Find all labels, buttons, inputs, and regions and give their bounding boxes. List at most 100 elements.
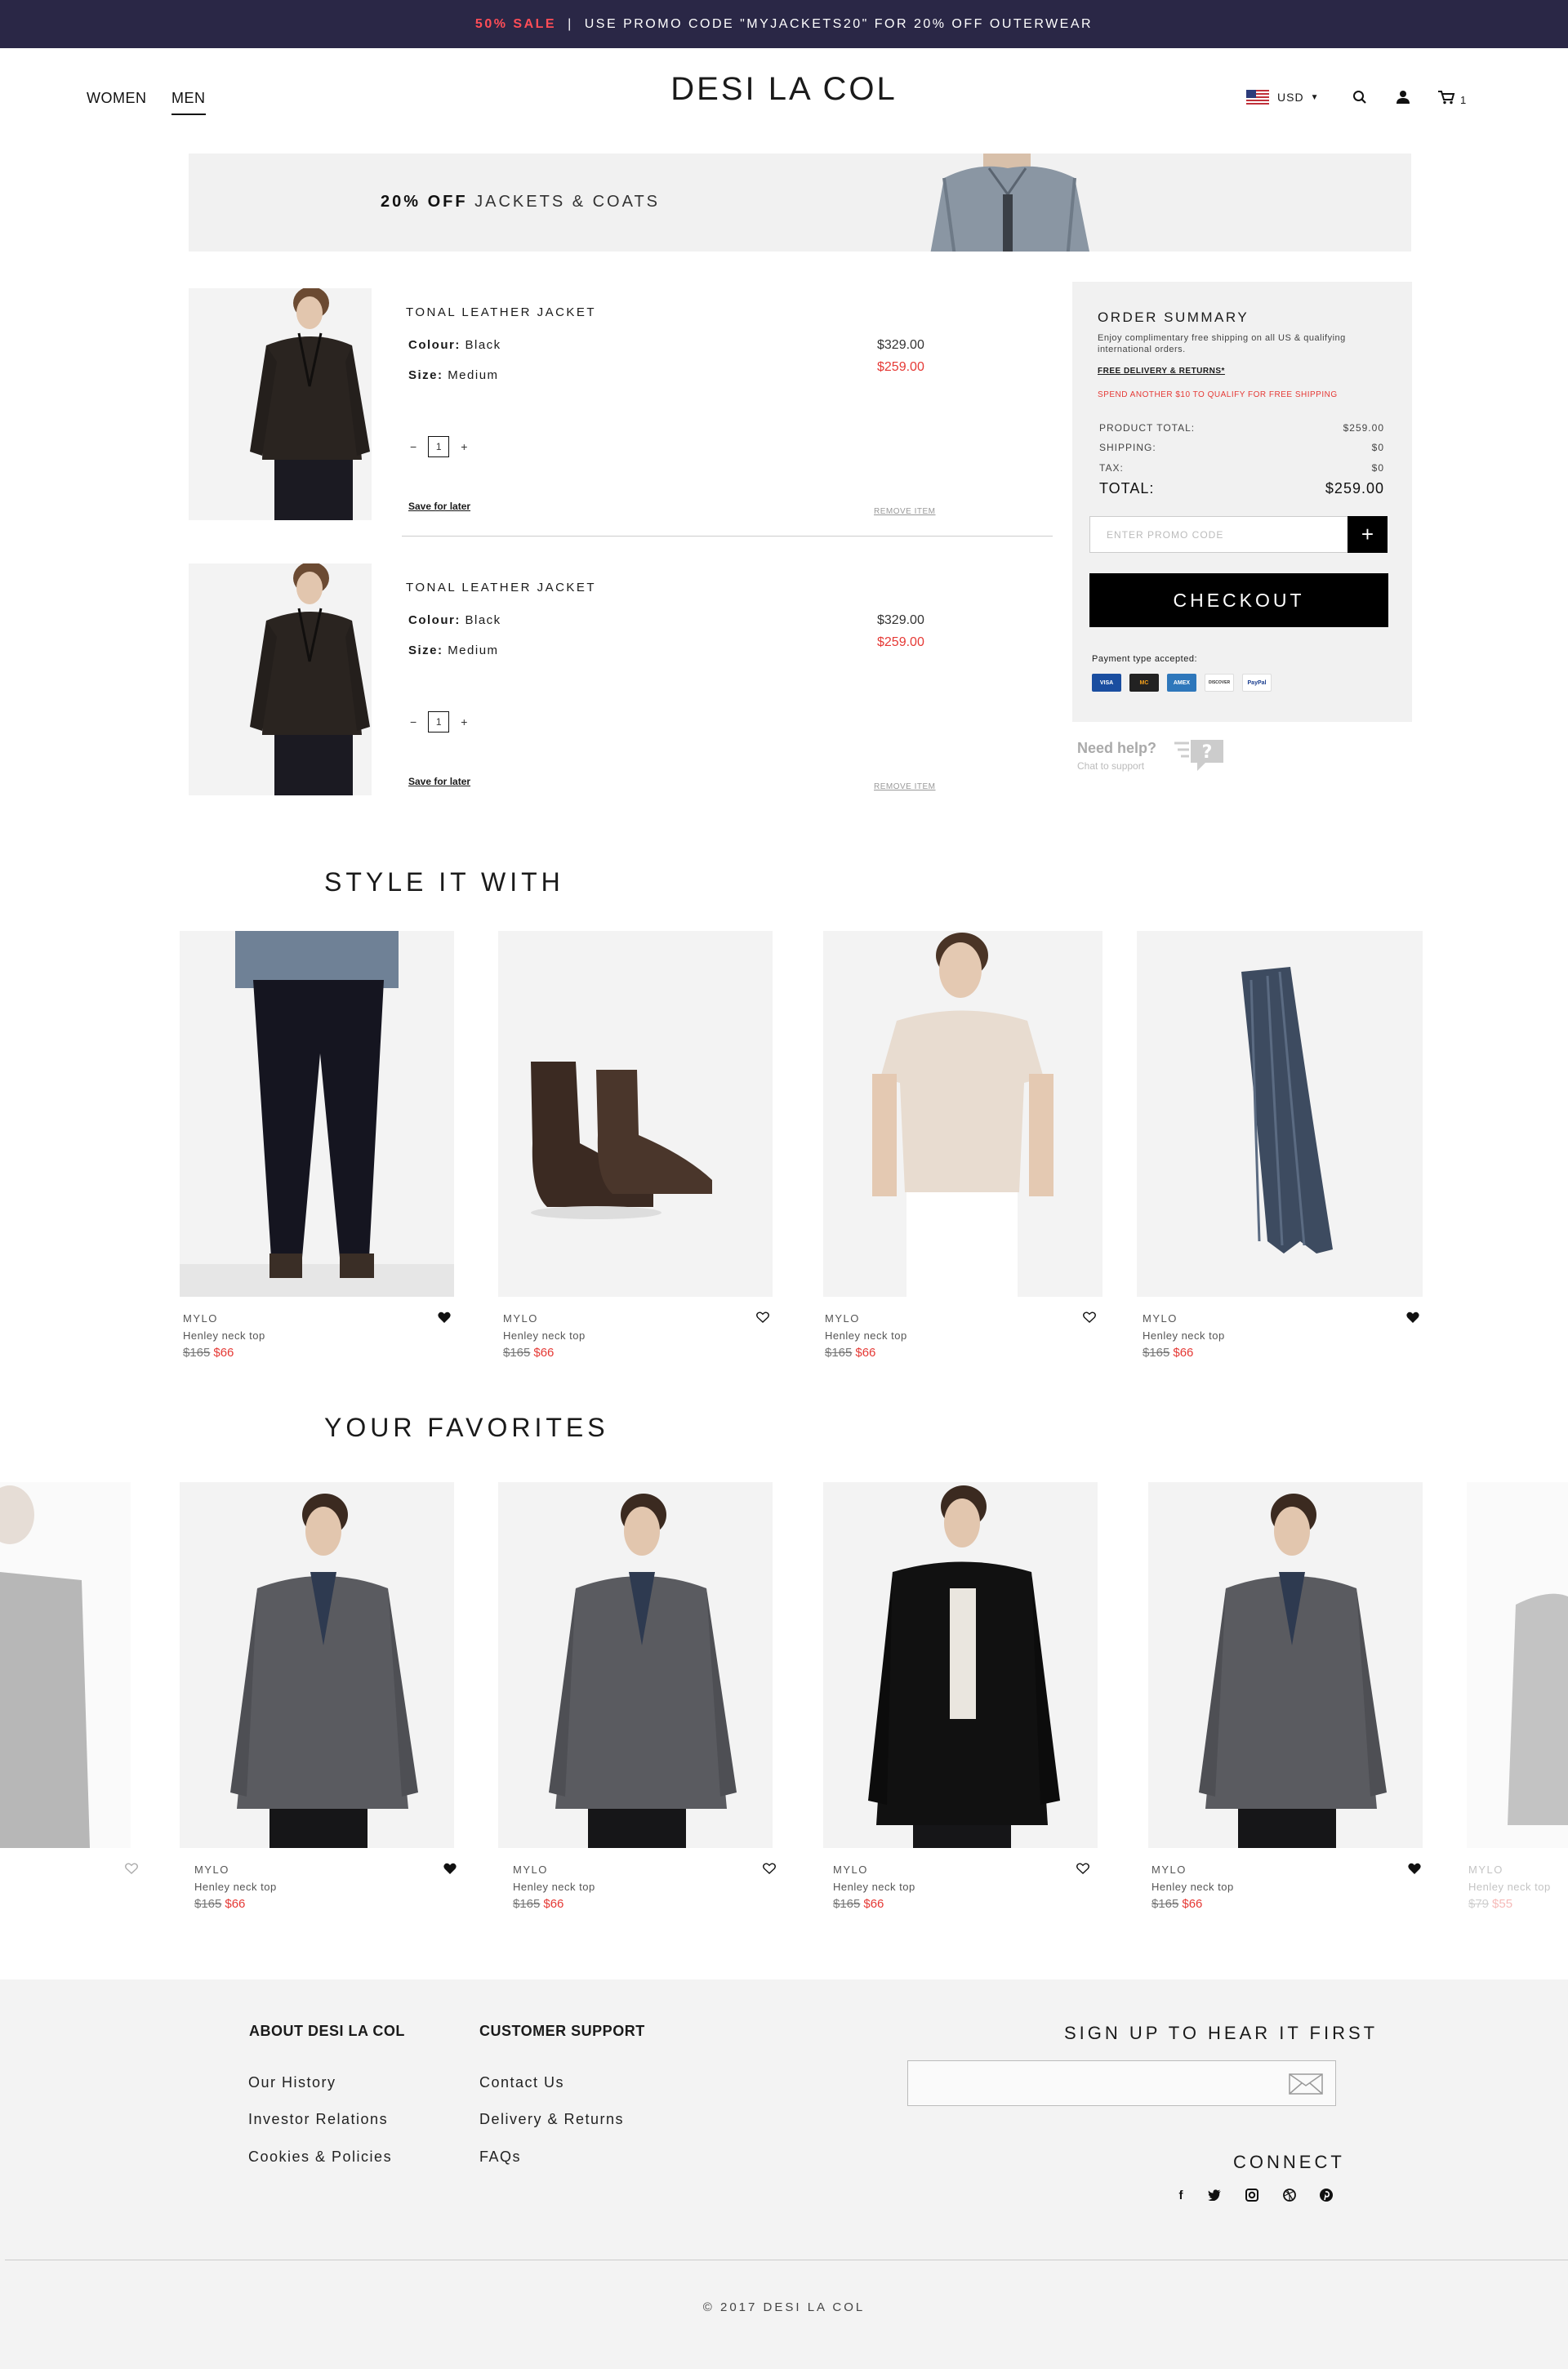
product-image[interactable] (1148, 1482, 1423, 1848)
product-image[interactable] (0, 1482, 131, 1848)
heart-outline-icon[interactable] (763, 1863, 776, 1874)
product-card[interactable]: MYLO Henley neck top $165 $66 (1137, 931, 1423, 1372)
promo-banner[interactable]: 20% OFF JACKETS & COATS (189, 154, 1411, 252)
product-image[interactable] (180, 931, 454, 1297)
user-icon[interactable] (1394, 88, 1412, 106)
cart-item: TONAL LEATHER JACKET Colour: Black Size:… (189, 563, 1053, 808)
product-card[interactable]: MYLO Henley neck top $165 $66 (823, 1482, 1098, 1923)
newsletter-email-input[interactable] (907, 2060, 1336, 2106)
qty-decrease-button[interactable]: − (410, 440, 416, 453)
product-image[interactable] (180, 1482, 454, 1848)
product-card[interactable]: MYLO Henley neck top $165 $66 (498, 931, 773, 1372)
product-price: $79 $55 (1468, 1897, 1512, 1911)
pinterest-icon[interactable] (1318, 2187, 1334, 2203)
footer-link-faqs[interactable]: FAQs (479, 2149, 521, 2166)
product-brand: MYLO (1143, 1312, 1178, 1325)
product-card[interactable]: MYLO Henley neck top $165 $66 (180, 931, 454, 1372)
product-image[interactable] (823, 1482, 1098, 1848)
product-image[interactable] (189, 288, 372, 520)
footer-link-investor-relations[interactable]: Investor Relations (248, 2111, 388, 2128)
checkout-button[interactable]: CHECKOUT (1089, 573, 1388, 627)
qty-input[interactable]: 1 (428, 711, 450, 733)
product-price: $165 $66 (513, 1897, 564, 1911)
quantity-stepper: − 1 + (410, 436, 467, 457)
us-flag-icon (1246, 90, 1269, 105)
instagram-icon[interactable] (1244, 2187, 1260, 2203)
connect-heading: CONNECT (1233, 2152, 1345, 2172)
price-original: $165 (1143, 1346, 1170, 1360)
qty-increase-button[interactable]: + (461, 715, 467, 728)
price-original: $165 (825, 1346, 853, 1360)
apply-promo-button[interactable]: + (1348, 516, 1388, 553)
product-card-partial[interactable]: MYLO Henley neck top $79 $55 (1467, 1482, 1568, 1923)
envelope-icon[interactable] (1289, 2073, 1323, 2095)
heart-filled-icon[interactable] (1406, 1311, 1419, 1323)
product-image[interactable] (1467, 1482, 1568, 1848)
product-image[interactable] (823, 931, 1102, 1297)
product-name: Henley neck top (513, 1881, 595, 1893)
product-name: Henley neck top (1143, 1329, 1225, 1342)
footer-link-contact-us[interactable]: Contact Us (479, 2074, 564, 2091)
site-logo[interactable]: DESI LA COL (0, 71, 1568, 108)
heart-filled-icon[interactable] (443, 1863, 457, 1874)
banner-highlight: 20% OFF (381, 193, 468, 211)
style-it-with-title: STYLE IT WITH (324, 867, 564, 897)
qty-increase-button[interactable]: + (461, 440, 467, 453)
heart-outline-icon[interactable] (1083, 1311, 1096, 1323)
support-heading: CUSTOMER SUPPORT (479, 2023, 645, 2039)
product-name: Henley neck top (1468, 1881, 1551, 1893)
item-name[interactable]: TONAL LEATHER JACKET (406, 581, 596, 594)
product-image[interactable] (498, 931, 773, 1297)
heart-filled-icon[interactable] (438, 1311, 451, 1323)
currency-label: USD (1277, 91, 1304, 104)
product-image[interactable] (189, 563, 372, 795)
visa-icon: VISA (1092, 674, 1121, 692)
svg-text:?: ? (1202, 742, 1213, 763)
product-total-label: PRODUCT TOTAL: (1099, 422, 1196, 434)
heart-filled-icon[interactable] (1408, 1863, 1421, 1874)
price-sale: $66 (855, 1346, 876, 1360)
twitter-icon[interactable] (1206, 2187, 1223, 2203)
product-card-partial[interactable] (0, 1482, 138, 1923)
product-image[interactable] (1137, 931, 1423, 1297)
footer-link-delivery-returns[interactable]: Delivery & Returns (479, 2111, 624, 2128)
cart-divider (402, 536, 1053, 537)
cart-icon[interactable] (1437, 88, 1455, 106)
chat-help-icon[interactable]: ? (1173, 738, 1227, 774)
need-help-title[interactable]: Need help? (1077, 740, 1156, 757)
qty-decrease-button[interactable]: − (410, 715, 416, 728)
product-card[interactable]: MYLO Henley neck top $165 $66 (823, 931, 1102, 1372)
save-for-later-link[interactable]: Save for later (408, 501, 470, 512)
colour-value: Black (465, 338, 501, 352)
remove-item-link[interactable]: REMOVE ITEM (874, 782, 936, 791)
remove-item-link[interactable]: REMOVE ITEM (874, 507, 936, 516)
dribbble-icon[interactable] (1281, 2187, 1298, 2203)
heart-outline-icon[interactable] (756, 1311, 769, 1323)
promo-bar: 50% SALE | USE PROMO CODE "MYJACKETS20" … (0, 0, 1568, 48)
caret-down-icon: ▼ (1310, 92, 1320, 102)
product-card[interactable]: MYLO Henley neck top $165 $66 (1148, 1482, 1423, 1923)
save-for-later-link[interactable]: Save for later (408, 776, 470, 787)
total-value: $259.00 (1325, 480, 1384, 497)
qty-input[interactable]: 1 (428, 436, 450, 457)
size-value: Medium (448, 643, 499, 657)
footer-link-our-history[interactable]: Our History (248, 2074, 336, 2091)
product-image[interactable] (498, 1482, 773, 1848)
item-name[interactable]: TONAL LEATHER JACKET (406, 305, 596, 319)
facebook-icon[interactable]: f (1173, 2187, 1189, 2203)
item-size: Size: Medium (408, 643, 499, 657)
promo-code-input[interactable]: ENTER PROMO CODE (1089, 516, 1348, 553)
mastercard-icon: MC (1129, 674, 1159, 692)
free-delivery-link[interactable]: FREE DELIVERY & RETURNS* (1098, 367, 1225, 376)
price-original: $79 (1468, 1897, 1490, 1911)
currency-selector[interactable]: USD ▼ (1246, 90, 1319, 105)
search-icon[interactable] (1351, 88, 1369, 106)
chat-support-link[interactable]: Chat to support (1077, 760, 1144, 772)
heart-outline-icon[interactable] (1076, 1863, 1089, 1874)
product-card[interactable]: MYLO Henley neck top $165 $66 (180, 1482, 457, 1923)
footer-link-cookies-policies[interactable]: Cookies & Policies (248, 2149, 392, 2166)
size-label: Size: (408, 643, 443, 657)
heart-outline-icon[interactable] (125, 1863, 138, 1874)
product-card[interactable]: MYLO Henley neck top $165 $66 (498, 1482, 776, 1923)
price-sale: $66 (1182, 1897, 1203, 1911)
